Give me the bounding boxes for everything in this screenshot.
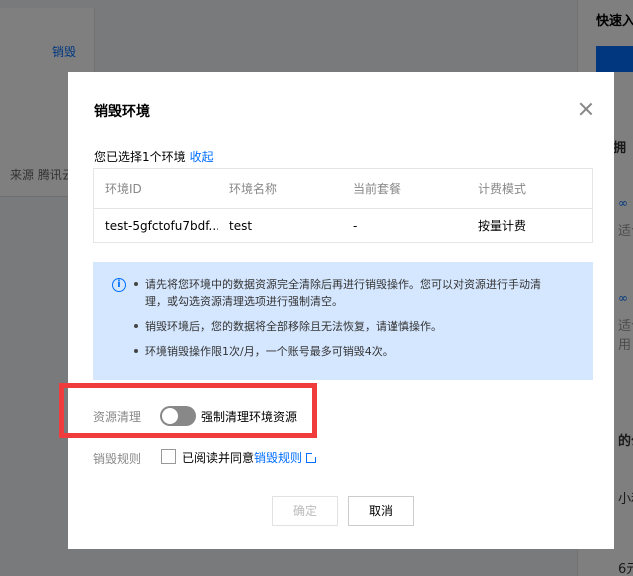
table-header-row: 环境ID 环境名称 当前套餐 计费模式 <box>94 169 592 209</box>
collapse-link[interactable]: 收起 <box>190 150 214 164</box>
confirm-button[interactable]: 确定 <box>272 496 338 526</box>
notice-box: i 请先将您环境中的数据资源完全清除后再进行销毁操作。您可以对资源进行手动清理，… <box>93 262 593 380</box>
environment-table: 环境ID 环境名称 当前套餐 计费模式 test-5gfctofu7bdf...… <box>93 168 593 243</box>
external-link-icon[interactable] <box>306 451 319 463</box>
table-row: test-5gfctofu7bdf... test - 按量计费 <box>94 209 592 242</box>
table-cell: 按量计费 <box>478 219 527 233</box>
table-cell: test <box>229 218 253 233</box>
notice-item: 环境销毁操作限1次/月，一个账号最多可销毁4次。 <box>133 343 553 360</box>
agree-line: 已阅读并同意销毁规则 <box>182 449 319 466</box>
destroy-rule-link[interactable]: 销毁规则 <box>254 451 302 465</box>
column-header: 计费模式 <box>478 182 527 196</box>
table-cell: test-5gfctofu7bdf... <box>105 218 218 233</box>
info-icon: i <box>112 278 126 292</box>
column-header: 环境名称 <box>229 182 278 196</box>
column-header: 当前套餐 <box>353 182 402 196</box>
agree-checkbox[interactable] <box>161 449 176 464</box>
destroy-rule-label: 销毁规则 <box>93 452 142 466</box>
notice-item: 请先将您环境中的数据资源完全清除后再进行销毁操作。您可以对资源进行手动清理，或勾… <box>133 276 553 310</box>
agree-text: 已阅读并同意 <box>182 451 255 465</box>
dialog-title: 销毁环境 <box>94 104 150 120</box>
close-icon[interactable] <box>576 99 596 119</box>
selected-count-text: 您已选择1个环境 <box>94 150 186 164</box>
column-header: 环境ID <box>105 182 142 196</box>
selected-count-line: 您已选择1个环境 收起 <box>94 148 214 165</box>
notice-list: 请先将您环境中的数据资源完全清除后再进行销毁操作。您可以对资源进行手动清理，或勾… <box>133 276 553 368</box>
highlight-annotation-box <box>59 383 317 438</box>
cancel-button[interactable]: 取消 <box>348 496 414 526</box>
table-cell: - <box>353 218 358 233</box>
destroy-environment-dialog: 销毁环境 您已选择1个环境 收起 环境ID 环境名称 当前套餐 计费模式 test… <box>59 72 614 549</box>
notice-item: 销毁环境后，您的数据将全部移除且无法恢复，请谨慎操作。 <box>133 318 553 335</box>
